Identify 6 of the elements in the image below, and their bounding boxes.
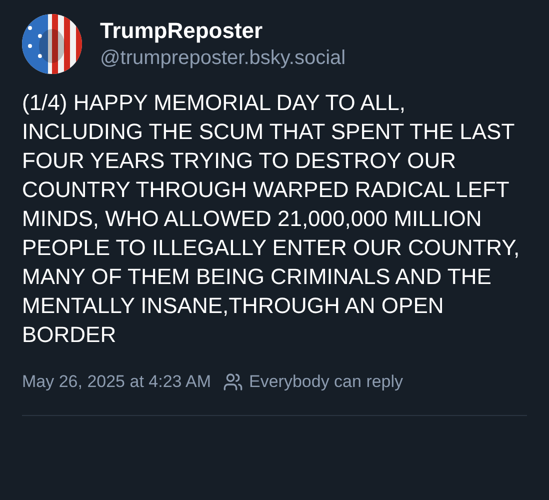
timestamp[interactable]: May 26, 2025 at 4:23 AM (22, 369, 212, 394)
people-icon (223, 372, 244, 392)
display-name[interactable]: TrumpReposter (100, 17, 346, 45)
reply-setting[interactable]: Everybody can reply (249, 369, 404, 394)
handle[interactable]: @trumpreposter.bsky.social (100, 45, 346, 71)
post-text: (1/4) HAPPY MEMORIAL DAY TO ALL, INCLUDING THE SCUM THAT SPENT THE LAST FOUR YEARS TRYING TO DESTROY OUR COUNTRY THROUGH WARPED RADICAL LEFT MINDS, WHO ALLOWED 21,000,000 MILLION PEOPLE TO ILLEGALLY ENTER OUR COUNTRY, MANY OF THEM BEING CRIMINALS AND THE MENTALLY INSANE,THROUGH AN OPEN BORDER (22, 89, 521, 349)
